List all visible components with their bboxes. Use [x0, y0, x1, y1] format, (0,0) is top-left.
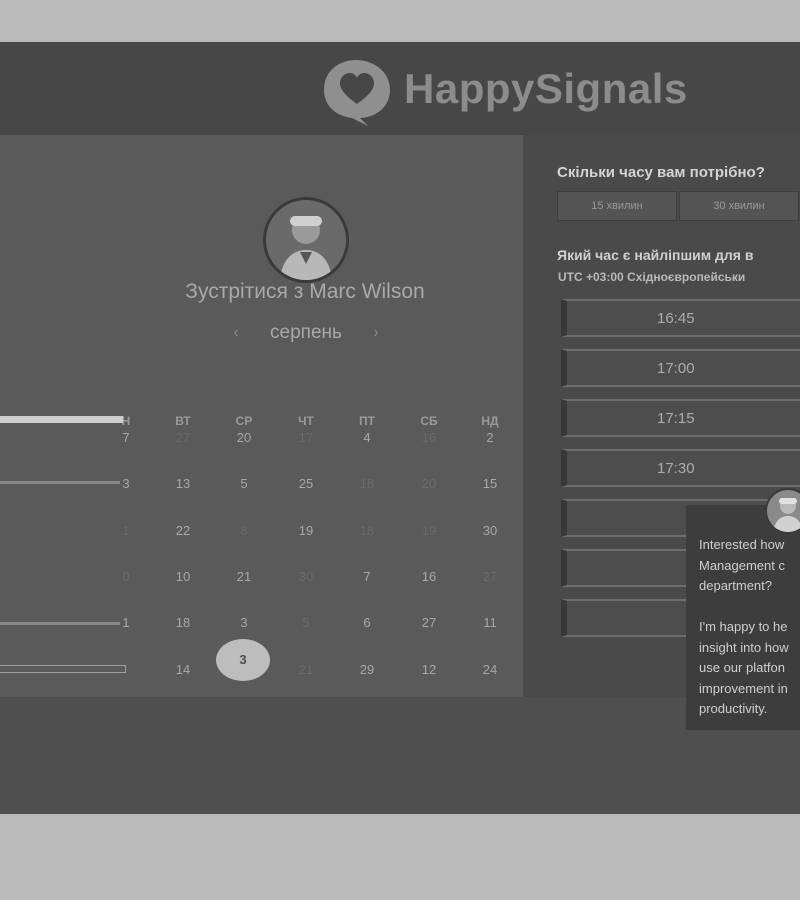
day-cell[interactable]: 3 — [219, 613, 269, 633]
day-cell[interactable]: 18 — [342, 521, 392, 541]
time-slot[interactable]: 17:00 — [561, 349, 800, 387]
month-navigation: ‹ серпень › — [226, 320, 386, 346]
day-cell[interactable]: 24 — [465, 660, 515, 680]
day-cell[interactable]: 21 — [219, 567, 269, 587]
duration-option-30[interactable]: 30 хвилин — [679, 191, 799, 221]
timezone-label[interactable]: UTC +03:00 Східноєвропейськи — [558, 270, 745, 284]
day-cell[interactable]: 5 — [219, 474, 269, 494]
day-cell[interactable]: 25 — [281, 474, 331, 494]
brand-name: HappySignals — [404, 65, 688, 112]
weekday-label: ВТ — [175, 414, 191, 428]
time-slot-label: 16:45 — [657, 309, 695, 327]
time-slot[interactable]: 16:45 — [561, 299, 800, 337]
day-cell[interactable]: 2 — [465, 428, 515, 448]
day-cell[interactable]: 21 — [281, 660, 331, 680]
duration-option-15[interactable]: 15 хвилин — [557, 191, 677, 221]
calendar-panel: Зустрітися з Marc Wilson ‹ серпень › Н В… — [0, 135, 523, 697]
day-cell[interactable]: 3 — [101, 474, 151, 494]
day-cell[interactable]: 13 — [158, 474, 208, 494]
day-cell[interactable]: 10 — [158, 567, 208, 587]
heart-speech-bubble-icon — [324, 60, 390, 126]
duration-question: Скільки часу вам потрібно? — [557, 164, 765, 181]
day-cell[interactable]: 4 — [342, 428, 392, 448]
day-cell[interactable]: 27 — [465, 567, 515, 587]
day-cell[interactable]: 30 — [465, 521, 515, 541]
day-cell[interactable]: 1 — [101, 521, 151, 541]
time-question: Який час є найліпшим для в — [557, 247, 754, 263]
day-cell[interactable]: 16 — [404, 428, 454, 448]
next-month-icon[interactable]: › — [366, 324, 386, 342]
day-cell[interactable]: 18 — [158, 613, 208, 633]
day-cell[interactable]: 27 — [158, 428, 208, 448]
person-icon — [773, 498, 800, 532]
day-cell[interactable]: 19 — [281, 521, 331, 541]
day-cell[interactable]: 15 — [465, 474, 515, 494]
day-cell[interactable]: 1 — [101, 613, 151, 633]
time-slot-label: 17:30 — [657, 459, 695, 477]
weekday-label: ЧТ — [298, 414, 314, 428]
day-cell[interactable]: 12 — [404, 660, 454, 680]
day-cell[interactable]: 20 — [219, 428, 269, 448]
meeting-title: Зустрітися з Marc Wilson — [185, 280, 425, 303]
weekday-label: СР — [235, 414, 253, 428]
day-cell[interactable]: 30 — [281, 567, 331, 587]
time-slot[interactable]: 17:30 — [561, 449, 800, 487]
person-icon — [280, 216, 332, 280]
date-scroll-bar[interactable] — [0, 665, 126, 673]
time-slot-label: 17:15 — [657, 409, 695, 427]
day-cell[interactable]: 8 — [219, 521, 269, 541]
time-slot-label: 17:00 — [657, 359, 695, 377]
day-cell[interactable]: 0 — [101, 567, 151, 587]
month-label: серпень — [270, 322, 342, 343]
day-cell[interactable]: 20 — [404, 474, 454, 494]
day-cell[interactable]: 5 — [281, 613, 331, 633]
day-cell[interactable]: 18 — [342, 474, 392, 494]
day-cell[interactable]: 14 — [158, 660, 208, 680]
day-cell[interactable]: 29 — [342, 660, 392, 680]
page-footer-area — [0, 697, 800, 814]
day-cell-selected[interactable]: 3 — [216, 639, 270, 681]
day-cell[interactable]: 19 — [404, 521, 454, 541]
chat-message: Interested how Management c department? … — [699, 537, 789, 716]
duration-options: 15 хвилин 30 хвилин — [557, 191, 800, 221]
weekday-label: НД — [481, 414, 499, 428]
day-cell[interactable]: 27 — [404, 613, 454, 633]
header: HappySignals — [0, 42, 800, 135]
day-cell[interactable]: 7 — [101, 428, 151, 448]
day-cell[interactable]: 11 — [465, 613, 515, 633]
brand-logo[interactable]: HappySignals — [316, 56, 688, 126]
weekday-label: СБ — [420, 414, 438, 428]
time-slot[interactable]: 17:15 — [561, 399, 800, 437]
day-cell[interactable]: 22 — [158, 521, 208, 541]
weekday-label: ПТ — [359, 414, 375, 428]
date-scroll-bar[interactable] — [0, 416, 123, 423]
day-cell[interactable]: 17 — [281, 428, 331, 448]
day-cell[interactable]: 6 — [342, 613, 392, 633]
day-cell[interactable]: 16 — [404, 567, 454, 587]
day-cell[interactable]: 7 — [342, 567, 392, 587]
host-avatar — [263, 197, 349, 283]
prev-month-icon[interactable]: ‹ — [226, 324, 246, 342]
